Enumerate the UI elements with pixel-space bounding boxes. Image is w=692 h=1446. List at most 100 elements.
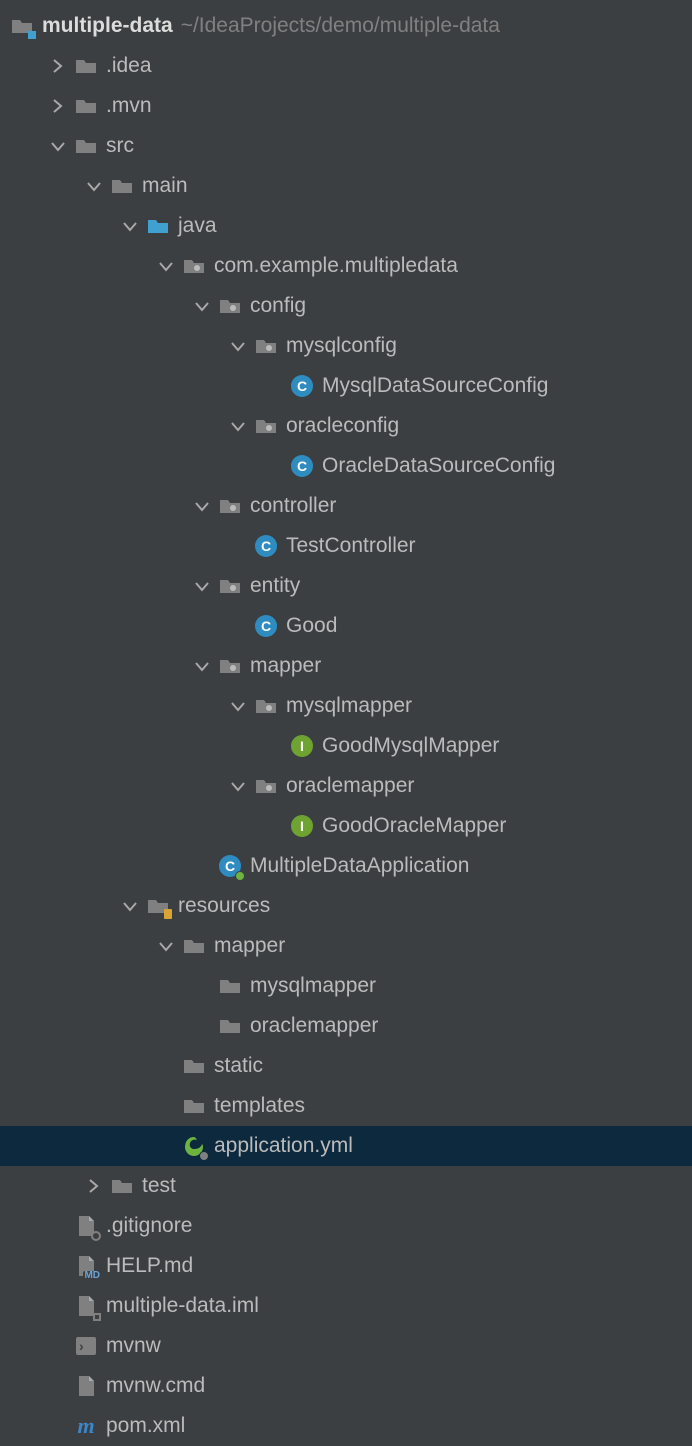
node-label: entity — [250, 574, 300, 598]
chevron-right-icon[interactable] — [46, 54, 70, 78]
node-label: oraclemapper — [250, 1014, 378, 1038]
class-icon: C — [254, 614, 278, 638]
node-label: config — [250, 294, 306, 318]
folder-icon — [182, 1054, 206, 1078]
folder-icon — [218, 974, 242, 998]
chevron-down-icon[interactable] — [118, 214, 142, 238]
tree-row[interactable]: C OracleDataSourceConfig — [0, 446, 692, 486]
tree-row[interactable]: multiple-data.iml — [0, 1286, 692, 1326]
tree-row[interactable]: src — [0, 126, 692, 166]
node-label: mvnw.cmd — [106, 1374, 205, 1398]
node-label: mysqlmapper — [286, 694, 412, 718]
tree-row[interactable]: m pom.xml — [0, 1406, 692, 1446]
tree-row[interactable]: oraclemapper — [0, 766, 692, 806]
chevron-down-icon[interactable] — [190, 574, 214, 598]
tree-row[interactable]: mysqlconfig — [0, 326, 692, 366]
tree-row[interactable]: C MultipleDataApplication — [0, 846, 692, 886]
chevron-down-icon[interactable] — [46, 134, 70, 158]
tree-row[interactable]: resources — [0, 886, 692, 926]
tree-row[interactable]: oracleconfig — [0, 406, 692, 446]
node-label: GoodMysqlMapper — [322, 734, 499, 758]
node-label: mapper — [250, 654, 321, 678]
maven-file-icon: m — [74, 1414, 98, 1438]
tree-row[interactable]: mvnw — [0, 1326, 692, 1366]
interface-icon: I — [290, 814, 314, 838]
chevron-down-icon[interactable] — [190, 654, 214, 678]
tree-row[interactable]: I GoodMysqlMapper — [0, 726, 692, 766]
tree-row-selected[interactable]: application.yml — [0, 1126, 692, 1166]
package-icon — [218, 654, 242, 678]
node-label: application.yml — [214, 1134, 353, 1158]
tree-row[interactable]: MD HELP.md — [0, 1246, 692, 1286]
tree-row[interactable]: C Good — [0, 606, 692, 646]
tree-row[interactable]: test — [0, 1166, 692, 1206]
folder-icon — [74, 54, 98, 78]
chevron-down-icon[interactable] — [226, 774, 250, 798]
chevron-down-icon[interactable] — [226, 694, 250, 718]
tree-row[interactable]: main — [0, 166, 692, 206]
tree-row[interactable]: mysqlmapper — [0, 966, 692, 1006]
file-icon — [74, 1214, 98, 1238]
tree-row[interactable]: controller — [0, 486, 692, 526]
tree-row[interactable]: oraclemapper — [0, 1006, 692, 1046]
node-label: controller — [250, 494, 336, 518]
node-path: ~/IdeaProjects/demo/multiple-data — [181, 14, 500, 38]
node-label: main — [142, 174, 188, 198]
chevron-right-icon[interactable] — [82, 1174, 106, 1198]
node-label: HELP.md — [106, 1254, 193, 1278]
chevron-down-icon[interactable] — [154, 934, 178, 958]
tree-row[interactable]: mysqlmapper — [0, 686, 692, 726]
package-icon — [254, 414, 278, 438]
node-label: mvnw — [106, 1334, 161, 1358]
markdown-file-icon: MD — [74, 1254, 98, 1278]
node-label: multiple-data.iml — [106, 1294, 259, 1318]
tree-row[interactable]: C MysqlDataSourceConfig — [0, 366, 692, 406]
chevron-down-icon[interactable] — [226, 334, 250, 358]
node-label: src — [106, 134, 134, 158]
tree-row[interactable]: C TestController — [0, 526, 692, 566]
folder-icon — [74, 134, 98, 158]
folder-icon — [74, 94, 98, 118]
folder-icon — [182, 934, 206, 958]
tree-row[interactable]: .idea — [0, 46, 692, 86]
chevron-down-icon[interactable] — [226, 414, 250, 438]
tree-row[interactable]: templates — [0, 1086, 692, 1126]
tree-row[interactable]: mvnw.cmd — [0, 1366, 692, 1406]
tree-row[interactable]: entity — [0, 566, 692, 606]
tree-row[interactable]: mapper — [0, 926, 692, 966]
chevron-down-icon[interactable] — [190, 494, 214, 518]
node-label: .mvn — [106, 94, 152, 118]
folder-icon — [182, 1094, 206, 1118]
tree-row[interactable]: mapper — [0, 646, 692, 686]
node-label: oracleconfig — [286, 414, 399, 438]
tree-row[interactable]: static — [0, 1046, 692, 1086]
node-label: static — [214, 1054, 263, 1078]
chevron-down-icon[interactable] — [82, 174, 106, 198]
node-label: test — [142, 1174, 176, 1198]
source-folder-icon — [146, 214, 170, 238]
chevron-down-icon[interactable] — [118, 894, 142, 918]
chevron-down-icon[interactable] — [154, 254, 178, 278]
iml-file-icon — [74, 1294, 98, 1318]
node-label: MysqlDataSourceConfig — [322, 374, 548, 398]
tree-row[interactable]: .mvn — [0, 86, 692, 126]
folder-icon — [218, 1014, 242, 1038]
package-icon — [218, 574, 242, 598]
package-icon — [182, 254, 206, 278]
chevron-right-icon[interactable] — [46, 94, 70, 118]
package-icon — [218, 294, 242, 318]
node-label: TestController — [286, 534, 416, 558]
node-label: multiple-data — [42, 14, 173, 38]
tree-row[interactable]: config — [0, 286, 692, 326]
tree-row-root[interactable]: multiple-data ~/IdeaProjects/demo/multip… — [0, 6, 692, 46]
tree-row[interactable]: java — [0, 206, 692, 246]
tree-row[interactable]: .gitignore — [0, 1206, 692, 1246]
node-label: mysqlconfig — [286, 334, 397, 358]
chevron-down-icon[interactable] — [190, 294, 214, 318]
node-label: Good — [286, 614, 337, 638]
file-icon — [74, 1374, 98, 1398]
tree-row[interactable]: I GoodOracleMapper — [0, 806, 692, 846]
node-label: pom.xml — [106, 1414, 185, 1438]
tree-row[interactable]: com.example.multipledata — [0, 246, 692, 286]
node-label: GoodOracleMapper — [322, 814, 506, 838]
